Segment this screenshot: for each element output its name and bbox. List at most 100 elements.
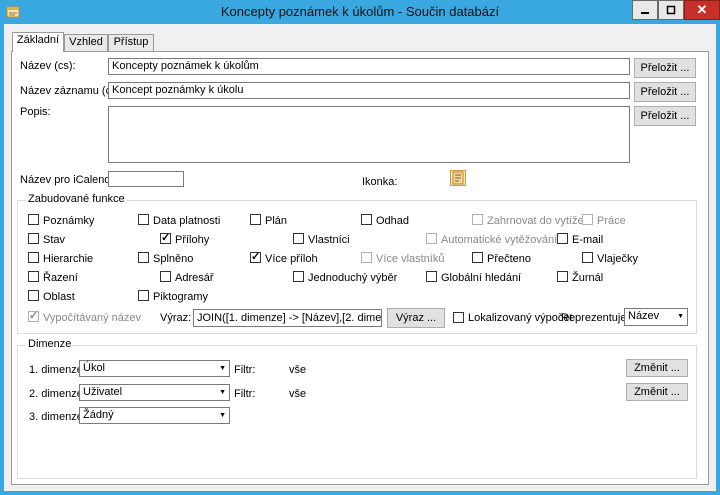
record-name-input[interactable]: Koncept poznámky k úkolu	[108, 82, 630, 99]
checkmark-icon: ✓	[161, 232, 171, 244]
feature-label: Práce	[597, 215, 626, 227]
dimension-2-label: 2. dimenze:	[29, 388, 86, 400]
feature-checkbox[interactable]	[361, 252, 372, 263]
feature-checkbox[interactable]	[138, 252, 149, 263]
feature-checkbox[interactable]	[472, 252, 483, 263]
feature-checkbox[interactable]: ✓	[250, 252, 261, 263]
feature-label: Adresář	[175, 272, 214, 284]
dimension-2-select[interactable]: Uživatel ▼	[79, 384, 230, 401]
feature-checkbox[interactable]	[138, 290, 149, 301]
feature-label: Automatické vytěžování	[441, 234, 558, 246]
feature-label: Více příloh	[265, 253, 318, 265]
feature-checkbox[interactable]	[582, 252, 593, 263]
maximize-icon	[666, 5, 676, 15]
feature-checkbox[interactable]	[28, 252, 39, 263]
dimension-2-change-button[interactable]: Změnit ...	[626, 383, 688, 401]
translate-record-button[interactable]: Přeložit ...	[634, 82, 696, 102]
icalendar-input[interactable]	[108, 171, 184, 187]
dropdown-arrow-icon: ▼	[219, 365, 226, 372]
checkmark-icon: ✓	[29, 310, 39, 322]
dimension-3-label: 3. dimenze:	[29, 411, 86, 423]
feature-checkbox[interactable]	[582, 214, 593, 225]
feature-label: Odhad	[376, 215, 410, 227]
close-icon: ✕	[696, 2, 708, 17]
feature-checkbox[interactable]	[426, 233, 437, 244]
feature-label: Piktogramy	[153, 291, 209, 303]
translate-name-button[interactable]: Přeložit ...	[634, 58, 696, 78]
feature-label: Řazení	[43, 272, 78, 284]
feature-label: Hierarchie	[43, 253, 94, 265]
feature-checkbox[interactable]	[28, 271, 39, 282]
dimension-1-select[interactable]: Úkol ▼	[79, 360, 230, 377]
icon-picker[interactable]	[450, 170, 466, 186]
note-icon	[452, 171, 464, 185]
dropdown-arrow-icon: ▼	[677, 313, 684, 320]
represents-label: Reprezentuje:	[561, 312, 630, 324]
feature-checkbox[interactable]	[557, 271, 568, 282]
checkmark-icon: ✓	[251, 251, 261, 263]
expression-button[interactable]: Výraz ...	[387, 308, 445, 328]
feature-label: Plán	[265, 215, 288, 227]
computed-name-label: Vypočítávaný název	[43, 312, 142, 324]
expression-input[interactable]: JOIN([1. dimenze] -> [Název],[2. dimenze…	[193, 309, 382, 327]
feature-label: Data platnosti	[153, 215, 221, 227]
feature-label: Oblast	[43, 291, 75, 303]
feature-checkbox[interactable]	[361, 214, 372, 225]
dimension-1-label: 1. dimenze:	[29, 364, 86, 376]
dimension-1-value: Úkol	[83, 362, 106, 374]
computed-name-checkbox[interactable]: ✓	[28, 311, 39, 322]
feature-label: Přílohy	[175, 234, 210, 246]
feature-checkbox[interactable]	[28, 290, 39, 301]
dimension-1-change-button[interactable]: Změnit ...	[626, 359, 688, 377]
feature-label: Vlastníci	[308, 234, 350, 246]
feature-checkbox[interactable]	[160, 271, 171, 282]
feature-label: Stav	[43, 234, 66, 246]
dimension-2-filter-value: vše	[289, 388, 307, 400]
tab-appearance[interactable]: Vzhled	[64, 34, 108, 51]
feature-checkbox[interactable]	[293, 233, 304, 244]
dimensions-title: Dimenze	[26, 338, 74, 350]
feature-label: Zahrnovat do vytížení	[487, 215, 593, 227]
feature-checkbox[interactable]	[28, 214, 39, 225]
localized-label: Lokalizovaný výpočet	[468, 312, 573, 324]
dropdown-arrow-icon: ▼	[219, 412, 226, 419]
feature-label: Žurnál	[572, 272, 604, 284]
name-label: Název (cs):	[20, 60, 76, 72]
dimension-2-value: Uživatel	[83, 386, 123, 398]
feature-checkbox[interactable]: ✓	[160, 233, 171, 244]
feature-label: Jednoduchý výběr	[308, 272, 398, 284]
dropdown-arrow-icon: ▼	[219, 389, 226, 396]
maximize-button[interactable]	[658, 0, 684, 20]
feature-label: Více vlastníků	[376, 253, 445, 265]
represents-value: Název	[628, 310, 660, 322]
feature-label: Vlaječky	[597, 253, 638, 265]
window-title: Koncepty poznámek k úkolům - Součin data…	[220, 4, 500, 19]
name-input[interactable]: Koncepty poznámek k úkolům	[108, 58, 630, 75]
description-textarea[interactable]	[108, 106, 630, 163]
feature-checkbox[interactable]	[557, 233, 568, 244]
feature-checkbox[interactable]	[28, 233, 39, 244]
tab-access[interactable]: Přístup	[108, 34, 154, 51]
feature-checkbox[interactable]	[426, 271, 437, 282]
minimize-button[interactable]	[632, 0, 658, 20]
expression-label: Výraz:	[160, 312, 192, 324]
feature-label: E-mail	[572, 234, 604, 246]
feature-checkbox[interactable]	[138, 214, 149, 225]
icon-label: Ikonka:	[362, 176, 398, 188]
feature-checkbox[interactable]	[250, 214, 261, 225]
features-title: Zabudované funkce	[26, 193, 127, 205]
dimension-1-filter-label: Filtr:	[234, 364, 256, 376]
dimension-3-select[interactable]: Žádný ▼	[79, 407, 230, 424]
close-button[interactable]: ✕	[684, 0, 720, 20]
feature-label: Přečteno	[487, 253, 532, 265]
feature-checkbox[interactable]	[472, 214, 483, 225]
feature-checkbox[interactable]	[293, 271, 304, 282]
represents-select[interactable]: Název ▼	[624, 308, 688, 326]
dimension-3-value: Žádný	[83, 409, 114, 421]
localized-checkbox[interactable]	[453, 312, 464, 323]
translate-description-button[interactable]: Přeložit ...	[634, 106, 696, 126]
minimize-icon	[641, 12, 649, 14]
dimension-2-filter-label: Filtr:	[234, 388, 256, 400]
tab-basic[interactable]: Základní	[12, 32, 64, 52]
feature-label: Globální hledání	[441, 272, 522, 284]
